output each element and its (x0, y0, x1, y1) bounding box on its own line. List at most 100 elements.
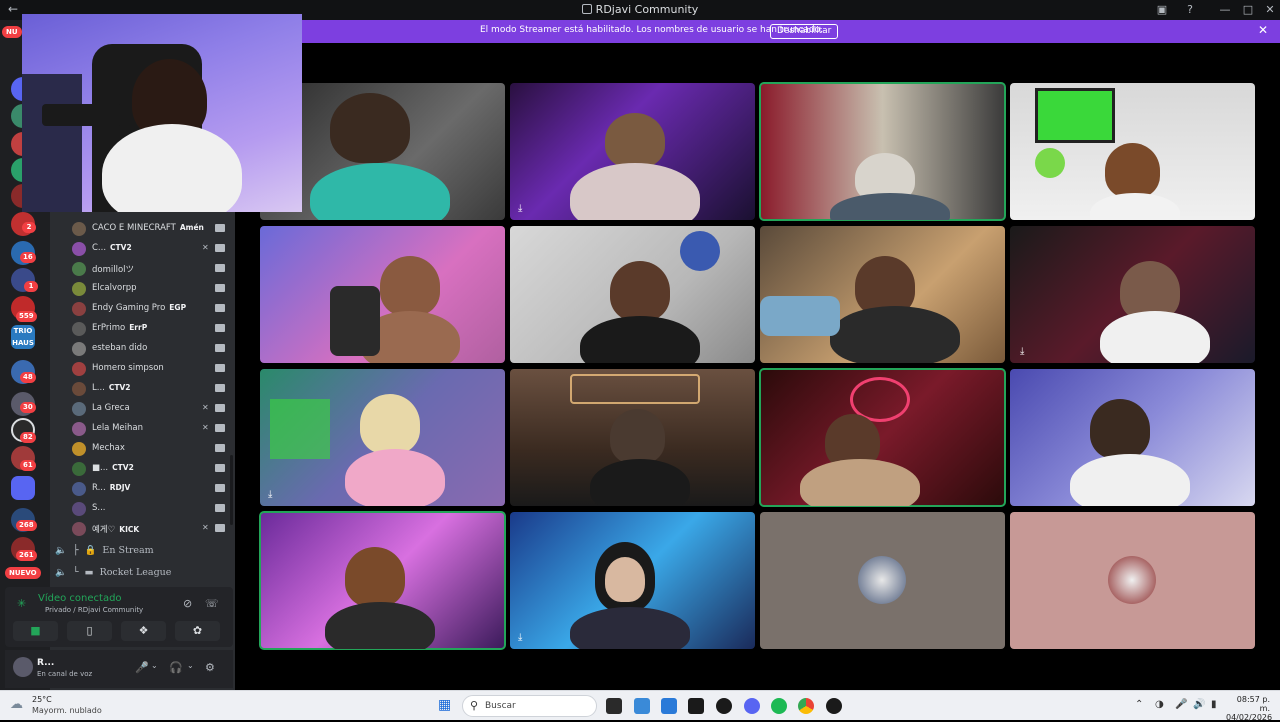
weather-temp[interactable]: 25°C (32, 695, 52, 704)
muted-icon: ⤓ (1020, 346, 1025, 357)
member-tag: KICK (119, 525, 140, 534)
voice-status[interactable]: Vídeo conectado (38, 593, 122, 604)
search-box[interactable]: ⚲ Buscar (462, 695, 597, 717)
video-tile[interactable]: ⤓ (1010, 226, 1255, 363)
avatar (72, 342, 86, 356)
app-icon[interactable] (716, 698, 732, 714)
voice-member[interactable]: Mechax (72, 441, 227, 459)
chevron-down-icon[interactable]: ⌄ (187, 661, 194, 670)
screen-share-button[interactable]: ▯ (67, 621, 112, 641)
video-tile[interactable] (510, 226, 755, 363)
video-tile[interactable]: ⤓ (260, 369, 505, 506)
chrome-icon[interactable] (798, 698, 814, 714)
weather-summary[interactable]: Mayorm. nublado (32, 706, 102, 715)
inbox-icon[interactable]: ▣ (1155, 3, 1169, 16)
video-tile[interactable]: ⤓ (510, 83, 755, 220)
avatar[interactable] (13, 657, 33, 677)
headphones-icon[interactable]: 🎧 (169, 661, 183, 674)
network-icon[interactable]: ◑ (1155, 699, 1164, 710)
avatar (72, 222, 86, 236)
volume-icon[interactable]: 🔊 (1193, 699, 1205, 710)
discord-icon[interactable] (744, 698, 760, 714)
voice-member[interactable]: L... CTV2 (72, 381, 227, 399)
member-name: R... RDJV (92, 483, 131, 493)
voice-member[interactable]: Homero simpson (72, 361, 227, 379)
signal-icon[interactable]: ✳ (17, 597, 26, 610)
voice-member[interactable]: Lela Meihan ✕ (72, 421, 227, 439)
voice-member[interactable]: C... CTV2 ✕ (72, 241, 227, 259)
voice-member[interactable]: R... RDJV (72, 481, 227, 499)
video-tile[interactable] (760, 226, 1005, 363)
disable-streamer-button[interactable]: Deshabilitar (770, 24, 839, 39)
voice-member[interactable]: Elcalvorpp (72, 281, 227, 299)
minimize-icon[interactable]: — (1218, 3, 1232, 16)
camera-icon (215, 504, 225, 512)
noise-suppression-icon[interactable]: ⊘ (183, 597, 192, 610)
member-name: La Greca (92, 403, 130, 413)
camera-icon (215, 304, 225, 312)
video-tile-speaking[interactable] (759, 82, 1006, 221)
voice-location: Privado / RDjavi Community (45, 606, 144, 614)
video-tile[interactable] (1010, 369, 1255, 506)
avatar (72, 402, 86, 416)
copilot-icon[interactable] (634, 698, 650, 714)
voice-channel-rocket-league[interactable]: 🔈 └ ▬ Rocket League (55, 567, 171, 585)
user-name[interactable]: R... (37, 658, 54, 668)
camera-icon (215, 424, 225, 432)
video-tile[interactable] (510, 369, 755, 506)
voice-member[interactable]: 예게♡ KICK ✕ (72, 521, 227, 539)
video-tile-speaking[interactable] (259, 511, 506, 650)
settings-gear-icon[interactable]: ⚙ (205, 661, 215, 674)
clock[interactable]: 08:57 p. m. 04/02/2026 (1226, 695, 1272, 722)
voice-member[interactable]: Endy Gaming Pro EGP (72, 301, 227, 319)
sidebar-scrollbar[interactable] (230, 455, 233, 525)
disconnect-icon[interactable]: ☏ (205, 597, 219, 610)
member-name: Homero simpson (92, 363, 164, 373)
chevron-up-icon[interactable]: ⌃ (1135, 699, 1143, 710)
task-view-icon[interactable] (606, 698, 622, 714)
microphone-icon[interactable]: 🎤 (135, 661, 149, 674)
avatar (72, 282, 86, 296)
voice-member[interactable]: esteban dido (72, 341, 227, 359)
maximize-icon[interactable]: □ (1241, 3, 1255, 16)
server-trio-haus[interactable]: TRIO HAUS (11, 325, 35, 349)
voice-member[interactable]: CACO E MINECRAFT Amén (72, 221, 227, 239)
voice-member[interactable]: S... (72, 501, 227, 519)
store-icon[interactable] (661, 698, 677, 714)
video-tile[interactable] (1010, 83, 1255, 220)
start-icon[interactable]: ▦ (438, 697, 451, 713)
discord-server-icon[interactable] (11, 476, 35, 500)
obs-icon[interactable] (826, 698, 842, 714)
voice-member[interactable]: La Greca ✕ (72, 401, 227, 419)
chevron-down-icon[interactable]: ⌄ (151, 661, 158, 670)
close-window-icon[interactable]: ✕ (1263, 3, 1277, 16)
video-tile[interactable] (260, 226, 505, 363)
video-tile-avatar[interactable] (760, 512, 1005, 649)
weather-icon[interactable]: ☁ (10, 697, 23, 712)
unread-badge: 261 (16, 550, 37, 561)
camera-icon (215, 284, 225, 292)
battery-icon[interactable]: ▮ (1211, 699, 1217, 710)
muted-icon: ⤓ (268, 489, 273, 500)
microphone-icon[interactable]: 🎤 (1175, 699, 1187, 710)
avatar (72, 262, 86, 276)
video-tile-avatar[interactable] (1010, 512, 1255, 649)
discord-window: ← RDjavi Community ▣ ? — □ ✕ El modo Str… (0, 0, 1280, 690)
video-tile-speaking[interactable] (759, 368, 1006, 507)
terminal-icon[interactable] (688, 698, 704, 714)
channel-emoji: ▬ (84, 567, 94, 578)
activities-button[interactable]: ❖ (121, 621, 166, 641)
voice-channel-en-stream[interactable]: 🔈 ├ 🔒 En Stream (55, 545, 154, 563)
spotify-icon[interactable] (771, 698, 787, 714)
video-tile[interactable]: ⤓ (510, 512, 755, 649)
soundboard-button[interactable]: ✿ (175, 621, 220, 641)
unread-badge: 268 (16, 520, 37, 531)
avatar (72, 322, 86, 336)
camera-button[interactable]: ■ (13, 621, 58, 641)
server-icon (581, 4, 592, 14)
help-icon[interactable]: ? (1183, 3, 1197, 16)
voice-member[interactable]: ■... CTV2 (72, 461, 227, 479)
banner-close-icon[interactable]: ✕ (1258, 23, 1268, 37)
voice-member[interactable]: ErPrimo ErrP (72, 321, 227, 339)
voice-member[interactable]: domillolツ (72, 261, 227, 279)
